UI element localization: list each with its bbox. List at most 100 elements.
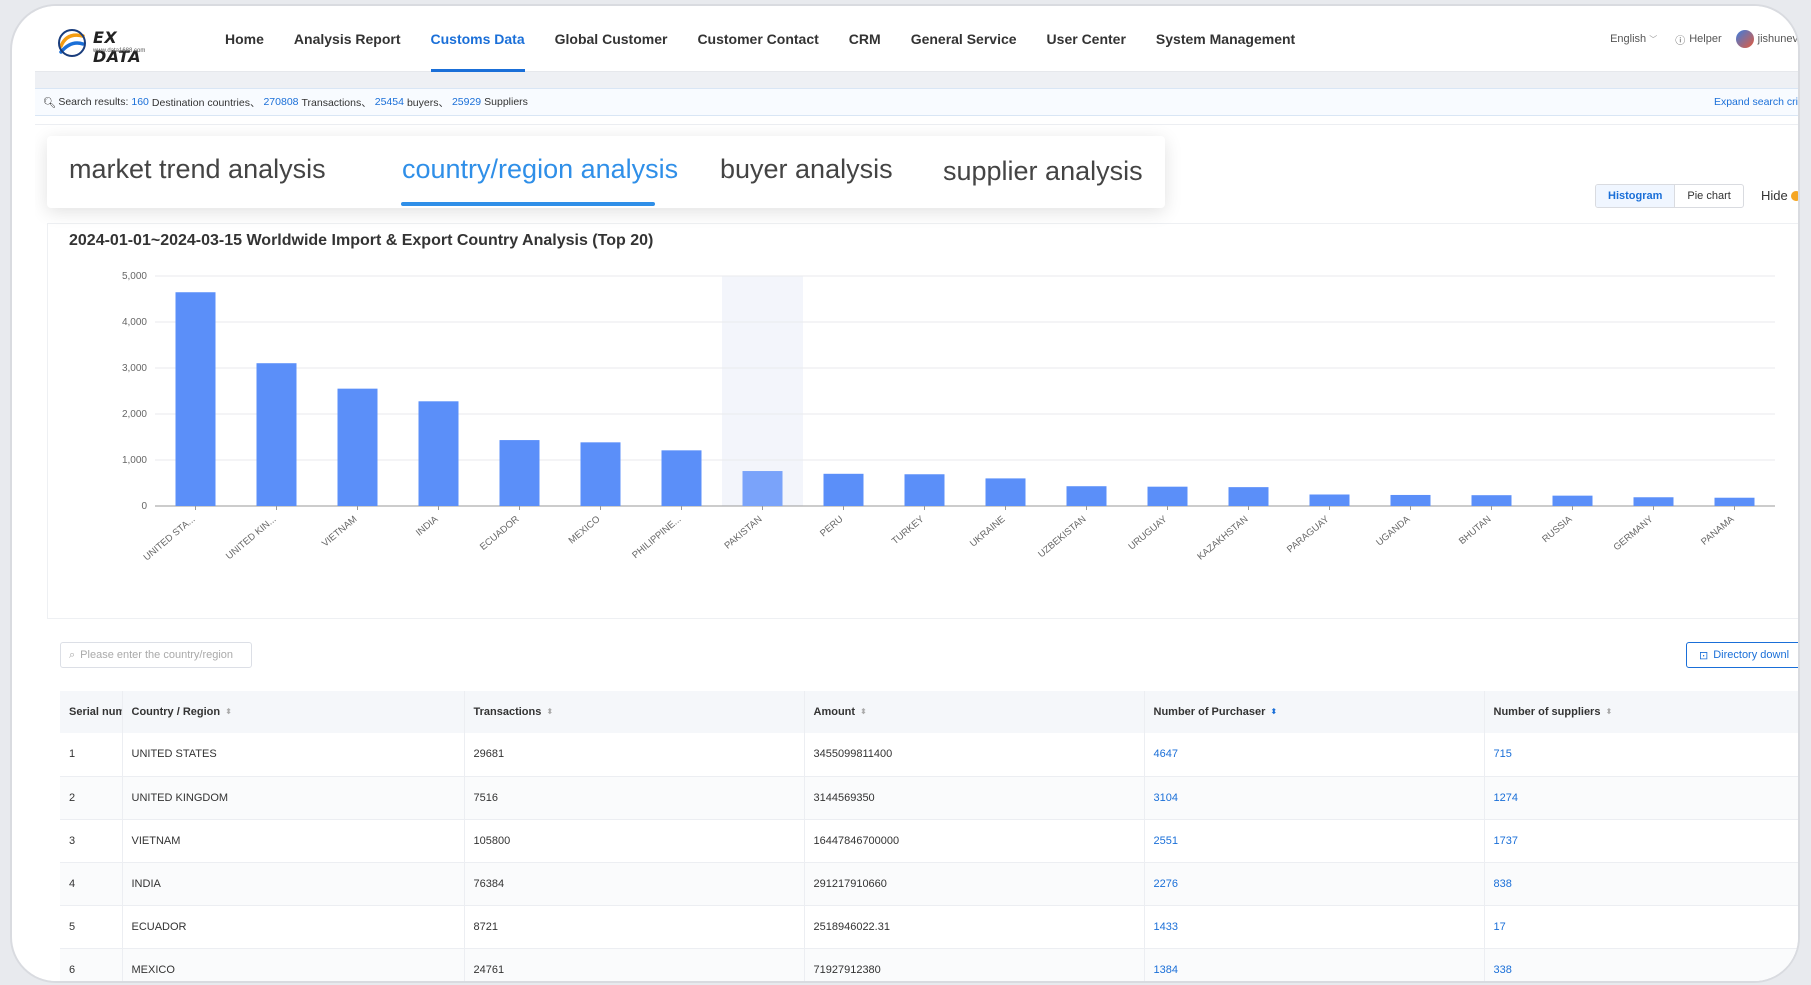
top-navigation: EX DATA www.data1688.com Home Analysis Re…: [35, 6, 1798, 72]
nav-item-general-service[interactable]: General Service: [896, 6, 1032, 72]
x-tick-label: ECUADOR: [478, 514, 522, 553]
helper-link[interactable]: ⓘ Helper: [1675, 32, 1721, 47]
suppliers-label: Suppliers: [484, 96, 528, 108]
suppliers-count: 25929: [451, 96, 482, 108]
amount-cell: 291217910660: [804, 862, 1145, 906]
x-tick-label: INDIA: [414, 513, 441, 538]
purchasers-link[interactable]: 1384: [1144, 948, 1485, 981]
language-label: English: [1610, 33, 1647, 45]
suppliers-link[interactable]: 1274: [1484, 776, 1798, 820]
chart-title: 2024-01-01~2024-03-15 Worldwide Import &…: [69, 232, 654, 249]
col-transactions[interactable]: Transactions ⬍: [464, 691, 805, 733]
x-tick-label: PHILIPPINE...: [630, 514, 683, 561]
country-cell: ECUADOR: [122, 905, 465, 949]
transactions-cell: 105800: [464, 819, 805, 863]
country-cell: MEXICO: [122, 948, 465, 981]
sort-icon[interactable]: ⬍: [860, 708, 867, 716]
download-icon: ⊡: [1699, 649, 1709, 662]
amount-cell: 3455099811400: [804, 733, 1145, 777]
purchasers-link[interactable]: 1433: [1144, 905, 1485, 949]
x-tick-label: UNITED KIN...: [224, 514, 278, 562]
x-tick-label: UZBEKISTAN: [1036, 514, 1088, 560]
expand-search-link[interactable]: Expand search cri: [1714, 96, 1798, 108]
y-tick-label: 1,000: [122, 455, 147, 466]
purchasers-link[interactable]: 3104: [1144, 776, 1485, 820]
sort-icon[interactable]: ⬍: [1605, 708, 1612, 716]
suppliers-link[interactable]: 838: [1484, 862, 1798, 906]
x-tick-label: KAZAKHSTAN: [1195, 514, 1250, 563]
bar: [823, 473, 864, 506]
user-menu[interactable]: jishunev: [1735, 30, 1798, 48]
pie-chart-button[interactable]: Pie chart: [1675, 185, 1742, 207]
bar: [1552, 495, 1593, 506]
language-selector[interactable]: English ﹀: [1610, 33, 1657, 45]
sort-icon[interactable]: ⬍: [1270, 708, 1277, 716]
x-tick-label: PARAGUAY: [1285, 513, 1332, 555]
results-prefix: Search results:: [58, 96, 129, 108]
brand-logo[interactable]: EX DATA www.data1688.com: [57, 26, 167, 66]
suppliers-link[interactable]: 715: [1484, 733, 1798, 777]
directory-download-button[interactable]: ⊡ Directory downl: [1686, 642, 1798, 668]
histogram-button[interactable]: Histogram: [1596, 185, 1676, 207]
x-tick-label: PERU: [818, 514, 845, 539]
bar: [1147, 486, 1188, 506]
bar: [1066, 486, 1107, 506]
tab-country-region[interactable]: country/region analysis: [402, 154, 678, 185]
helper-label: Helper: [1689, 33, 1722, 45]
amount-cell: 71927912380: [804, 948, 1145, 981]
brand-name: EX DATA: [93, 28, 142, 66]
chevron-down-icon: ﹀: [1649, 35, 1658, 44]
sort-icon[interactable]: ⬍: [546, 708, 553, 716]
tab-buyer[interactable]: buyer analysis: [720, 154, 893, 185]
x-tick-label: UGANDA: [1374, 513, 1413, 548]
country-cell: VIETNAM: [122, 819, 465, 863]
bar: [1471, 495, 1512, 506]
nav-item-customs-data[interactable]: Customs Data: [416, 6, 540, 72]
bar: [1390, 494, 1431, 506]
app-window: EX DATA www.data1688.com Home Analysis Re…: [35, 6, 1798, 981]
x-tick-label: BHUTAN: [1457, 514, 1494, 547]
x-tick-label: URUGUAY: [1126, 513, 1169, 552]
nav-item-customer-contact[interactable]: Customer Contact: [682, 6, 833, 72]
tab-supplier[interactable]: supplier analysis: [943, 156, 1143, 187]
bar: [337, 388, 378, 506]
logo-mark-icon: [58, 29, 86, 57]
purchasers-link[interactable]: 2551: [1144, 819, 1485, 863]
search-placeholder: Please enter the country/region: [80, 649, 234, 661]
sort-icon[interactable]: ⬍: [225, 708, 232, 716]
nav-item-home[interactable]: Home: [210, 6, 279, 72]
y-tick-label: 2,000: [122, 409, 147, 420]
country-search-input[interactable]: ⌕ Please enter the country/region: [60, 642, 252, 668]
suppliers-link[interactable]: 17: [1484, 905, 1798, 949]
nav-item-analysis-report[interactable]: Analysis Report: [279, 6, 416, 72]
col-suppliers[interactable]: Number of suppliers ⬍: [1484, 691, 1798, 733]
purchasers-link[interactable]: 4647: [1144, 733, 1485, 777]
transactions-count: 270808: [263, 96, 299, 108]
search-results-bar: 🔍︎ Search results: 160 Destination count…: [35, 88, 1798, 116]
y-tick-label: 3,000: [122, 363, 147, 374]
table-row: 3 VIETNAM 105800 16447846700000 2551 1737: [60, 819, 1798, 863]
bar: [175, 292, 216, 506]
table-header-row: Serial num Country / Region ⬍ Transaction…: [60, 691, 1798, 733]
nav-item-user-center[interactable]: User Center: [1032, 6, 1141, 72]
country-cell: UNITED STATES: [122, 733, 465, 777]
serial-cell: 2: [60, 776, 123, 820]
y-tick-label: 0: [141, 501, 147, 512]
col-amount[interactable]: Amount ⬍: [804, 691, 1145, 733]
col-purchasers[interactable]: Number of Purchaser ⬍: [1144, 691, 1485, 733]
nav-item-system-management[interactable]: System Management: [1141, 6, 1310, 72]
transactions-label: Transactions、: [301, 96, 372, 109]
hide-chart-button[interactable]: Hide: [1761, 188, 1798, 203]
transactions-cell: 24761: [464, 948, 805, 981]
col-country[interactable]: Country / Region ⬍: [122, 691, 465, 733]
x-tick-label: GERMANY: [1612, 513, 1656, 553]
transactions-cell: 7516: [464, 776, 805, 820]
nav-item-global-customer[interactable]: Global Customer: [540, 6, 683, 72]
nav-item-crm[interactable]: CRM: [834, 6, 896, 72]
brand-subtitle: www.data1688.com: [93, 48, 146, 54]
serial-cell: 6: [60, 948, 123, 981]
purchasers-link[interactable]: 2276: [1144, 862, 1485, 906]
suppliers-link[interactable]: 338: [1484, 948, 1798, 981]
suppliers-link[interactable]: 1737: [1484, 819, 1798, 863]
tab-market-trend[interactable]: market trend analysis: [69, 154, 326, 185]
